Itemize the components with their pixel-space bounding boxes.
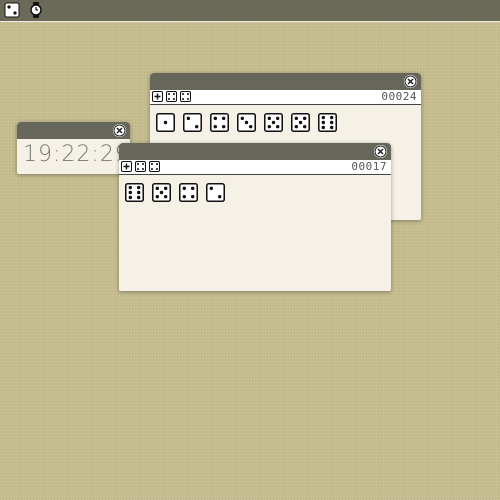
reroll-icon[interactable] (166, 91, 177, 102)
add-die-icon[interactable] (121, 161, 132, 172)
die-4[interactable] (210, 113, 229, 132)
dice-window-back-titlebar[interactable] (150, 73, 421, 90)
taskbar (0, 0, 500, 22)
die-5[interactable] (152, 183, 171, 202)
die-3[interactable] (237, 113, 256, 132)
watch-icon[interactable] (28, 2, 44, 18)
die-6[interactable] (318, 113, 337, 132)
dice-toolbar: 00017 (119, 160, 391, 175)
die-2[interactable] (183, 113, 202, 132)
clock-time: 19:22:29 (23, 142, 130, 167)
reroll-icon[interactable] (135, 161, 146, 172)
die-2[interactable] (206, 183, 225, 202)
die-1[interactable] (156, 113, 175, 132)
die-6[interactable] (125, 183, 144, 202)
close-icon[interactable] (113, 124, 126, 137)
dice-window-front-titlebar[interactable] (119, 143, 391, 160)
dice-toolbar: 00024 (150, 90, 421, 105)
die-5[interactable] (291, 113, 310, 132)
die-5[interactable] (264, 113, 283, 132)
dice-row (125, 183, 225, 202)
close-icon[interactable] (374, 145, 387, 158)
close-icon[interactable] (404, 75, 417, 88)
dice-icon[interactable] (4, 2, 20, 18)
roll-counter: 00024 (381, 90, 417, 103)
roll-counter: 00017 (351, 160, 387, 173)
remove-die-icon[interactable] (180, 91, 191, 102)
add-die-icon[interactable] (152, 91, 163, 102)
die-4[interactable] (179, 183, 198, 202)
remove-die-icon[interactable] (149, 161, 160, 172)
dice-window-front: 00017 (119, 143, 391, 291)
clock-window: 19:22:29 (17, 122, 130, 174)
dice-row (156, 113, 337, 132)
